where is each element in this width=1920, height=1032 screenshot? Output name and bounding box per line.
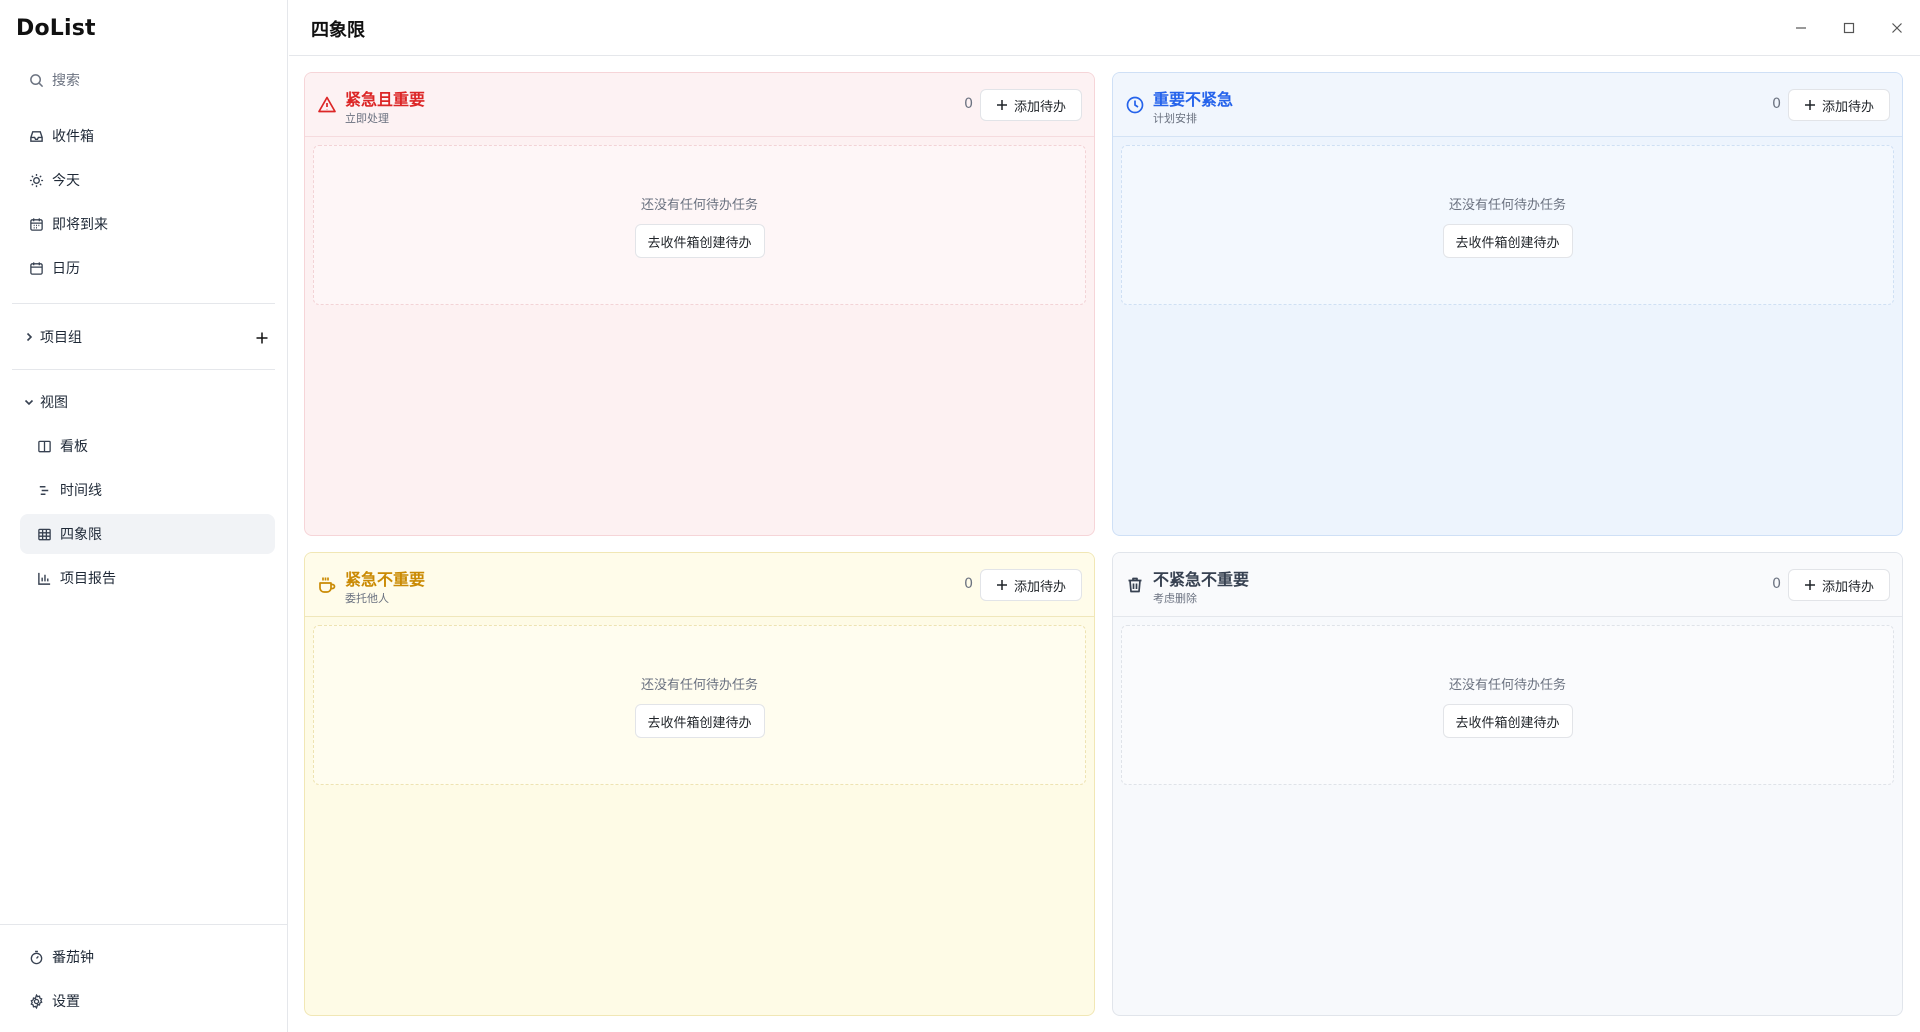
search-icon <box>28 72 44 88</box>
views-toggle[interactable]: 视图 <box>20 382 230 422</box>
sidebar-item-inbox[interactable]: 收件箱 <box>20 116 275 156</box>
quadrant-title: 紧急不重要 <box>345 570 426 589</box>
add-todo-button[interactable]: 添加待办 <box>980 569 1082 601</box>
plus-icon <box>1804 100 1815 110</box>
empty-state: 还没有任何待办任务 去收件箱创建待办 <box>313 145 1086 305</box>
add-todo-button[interactable]: 添加待办 <box>980 89 1082 121</box>
sidebar-item-label: 项目报告 <box>60 571 116 587</box>
empty-text: 还没有任何待办任务 <box>1448 198 1566 213</box>
maximize-button[interactable] <box>1835 14 1863 42</box>
sidebar-item-label: 时间线 <box>60 483 102 499</box>
task-count: 0 <box>1772 576 1781 592</box>
quadrant-title: 不紧急不重要 <box>1153 570 1250 589</box>
sidebar: DoList 搜索 收件箱 今天 即将到来 日历 项目组 视图 看板 时间线 四… <box>0 0 288 1032</box>
add-todo-button[interactable]: 添加待办 <box>1788 89 1890 121</box>
add-todo-label: 添加待办 <box>1821 579 1874 595</box>
project-group-label: 项目组 <box>40 330 82 346</box>
quadrant-subtitle: 立即处理 <box>345 112 389 125</box>
calendar-icon <box>28 216 44 232</box>
quadrant-urgent-important: 紧急且重要 立即处理 0 添加待办 还没有任何待办任务 去收件箱创建待办 <box>304 72 1095 536</box>
go-to-inbox-button[interactable]: 去收件箱创建待办 <box>1442 224 1573 258</box>
calendar-icon <box>28 260 44 276</box>
sidebar-item-calendar[interactable]: 日历 <box>20 248 275 288</box>
minimize-button[interactable] <box>1787 14 1815 42</box>
sidebar-item-project-report[interactable]: 项目报告 <box>20 558 275 598</box>
sidebar-item-label: 看板 <box>60 439 88 455</box>
task-count: 0 <box>964 96 973 112</box>
quadrant-header: 紧急且重要 立即处理 0 添加待办 <box>305 73 1094 137</box>
search-label: 搜索 <box>52 73 80 89</box>
quadrant-urgent-not-important: 紧急不重要 委托他人 0 添加待办 还没有任何待办任务 去收件箱创建待办 <box>304 552 1095 1016</box>
timeline-icon <box>36 482 52 498</box>
trash-icon <box>1125 575 1145 595</box>
clock-icon <box>1125 95 1145 115</box>
search-input[interactable]: 搜索 <box>20 60 275 100</box>
close-button[interactable] <box>1883 14 1911 42</box>
sidebar-item-label: 收件箱 <box>52 129 94 145</box>
sidebar-item-label: 四象限 <box>60 527 102 543</box>
divider <box>12 369 275 370</box>
app-title: DoList <box>16 16 96 41</box>
sidebar-item-settings[interactable]: 设置 <box>20 981 275 1021</box>
empty-text: 还没有任何待办任务 <box>640 678 758 693</box>
sidebar-item-label: 日历 <box>52 261 80 277</box>
empty-text: 还没有任何待办任务 <box>1448 678 1566 693</box>
sidebar-item-upcoming[interactable]: 即将到来 <box>20 204 275 244</box>
sidebar-item-label: 设置 <box>52 994 80 1010</box>
sidebar-item-label: 今天 <box>52 173 80 189</box>
project-group-toggle[interactable]: 项目组 <box>20 317 230 357</box>
plus-icon <box>996 100 1007 110</box>
chevron-down-icon <box>22 395 36 409</box>
task-count: 0 <box>964 576 973 592</box>
add-todo-label: 添加待办 <box>1821 99 1874 115</box>
kanban-icon <box>36 438 52 454</box>
quadrant-subtitle: 考虑删除 <box>1153 592 1197 605</box>
inbox-icon <box>28 128 44 144</box>
go-to-inbox-button[interactable]: 去收件箱创建待办 <box>634 224 765 258</box>
divider <box>12 303 275 304</box>
add-todo-label: 添加待办 <box>1013 579 1066 595</box>
quadrant-header: 重要不紧急 计划安排 0 添加待办 <box>1113 73 1902 137</box>
quadrant-title: 紧急且重要 <box>345 90 426 109</box>
quadrant-not-urgent-not-important: 不紧急不重要 考虑删除 0 添加待办 还没有任何待办任务 去收件箱创建待办 <box>1112 552 1903 1016</box>
header: 四象限 <box>289 0 1920 56</box>
warning-triangle-icon <box>317 95 337 115</box>
gear-icon <box>28 993 44 1009</box>
grid-icon <box>36 526 52 542</box>
empty-text: 还没有任何待办任务 <box>640 198 758 213</box>
coffee-cup-icon <box>317 575 337 595</box>
sidebar-item-today[interactable]: 今天 <box>20 160 275 200</box>
bar-chart-icon <box>36 570 52 586</box>
go-to-inbox-button[interactable]: 去收件箱创建待办 <box>1442 704 1573 738</box>
empty-state: 还没有任何待办任务 去收件箱创建待办 <box>313 625 1086 785</box>
sidebar-item-kanban[interactable]: 看板 <box>20 426 275 466</box>
plus-icon <box>996 580 1007 590</box>
empty-state: 还没有任何待办任务 去收件箱创建待办 <box>1121 625 1894 785</box>
sidebar-item-pomodoro[interactable]: 番茄钟 <box>20 937 275 977</box>
plus-icon <box>1804 580 1815 590</box>
sidebar-item-label: 即将到来 <box>52 217 108 233</box>
empty-state: 还没有任何待办任务 去收件箱创建待办 <box>1121 145 1894 305</box>
sun-icon <box>28 172 44 188</box>
page-title: 四象限 <box>311 20 365 41</box>
sidebar-item-label: 番茄钟 <box>52 950 94 966</box>
sidebar-item-timeline[interactable]: 时间线 <box>20 470 275 510</box>
add-project-button[interactable] <box>250 326 274 350</box>
quadrant-subtitle: 计划安排 <box>1153 112 1197 125</box>
quadrant-important-not-urgent: 重要不紧急 计划安排 0 添加待办 还没有任何待办任务 去收件箱创建待办 <box>1112 72 1903 536</box>
views-label: 视图 <box>40 395 68 411</box>
add-todo-button[interactable]: 添加待办 <box>1788 569 1890 601</box>
sidebar-item-quadrants[interactable]: 四象限 <box>20 514 275 554</box>
quadrant-title: 重要不紧急 <box>1153 90 1234 109</box>
chevron-right-icon <box>22 330 36 344</box>
quadrant-header: 不紧急不重要 考虑删除 0 添加待办 <box>1113 553 1902 617</box>
task-count: 0 <box>1772 96 1781 112</box>
quadrant-subtitle: 委托他人 <box>345 592 389 605</box>
divider <box>0 924 288 925</box>
go-to-inbox-button[interactable]: 去收件箱创建待办 <box>634 704 765 738</box>
timer-icon <box>28 949 44 965</box>
add-todo-label: 添加待办 <box>1013 99 1066 115</box>
quadrant-header: 紧急不重要 委托他人 0 添加待办 <box>305 553 1094 617</box>
